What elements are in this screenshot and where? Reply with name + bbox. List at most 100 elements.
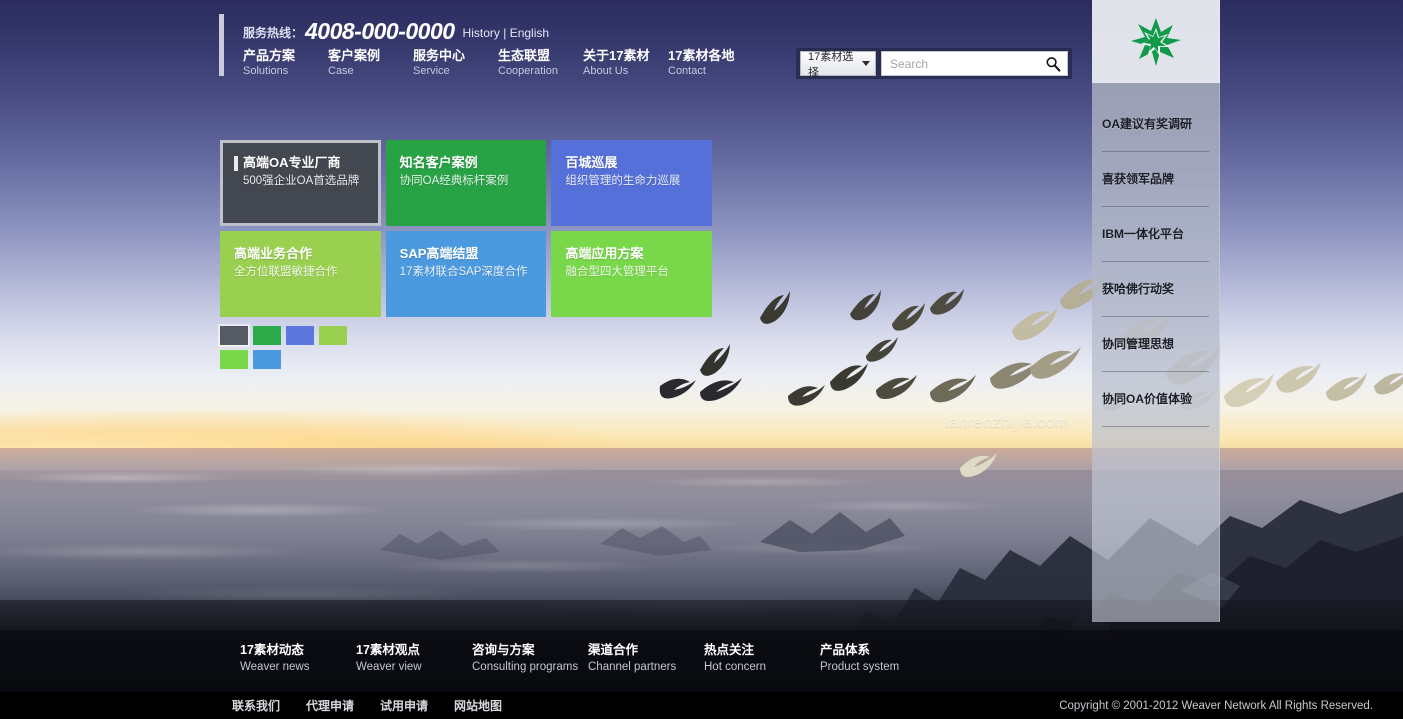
tile-customer-cases[interactable]: 知名客户案例 协同OA经典标杆案例 [385, 140, 547, 226]
link-agent-application[interactable]: 代理申请 [306, 697, 354, 714]
footer-nav-weaver-news[interactable]: 17素材动态 Weaver news [240, 642, 356, 675]
main-navigation: 产品方案 Solutions 客户案例 Case 服务中心 Service 生态… [243, 48, 753, 78]
swatch-3[interactable] [286, 326, 314, 345]
nav-item-service[interactable]: 服务中心 Service [413, 48, 498, 78]
sidebar-divider [1102, 316, 1209, 317]
sidebar-item-oa-survey[interactable]: OA建议有奖调研 [1092, 117, 1219, 152]
swatch-5[interactable] [220, 350, 248, 369]
footer-nav-weaver-view[interactable]: 17素材观点 Weaver view [356, 642, 472, 675]
sidebar-item-ibm-platform[interactable]: IBM一体化平台 [1092, 227, 1219, 262]
footer-nav-label-en: Hot concern [704, 661, 767, 673]
swatch-2[interactable] [253, 326, 281, 345]
footer-nav-product-system[interactable]: 产品体系 Product system [820, 642, 936, 675]
footer-nav-label-cn: 17素材观点 [356, 643, 420, 657]
weaver-starburst-logo-icon [1130, 17, 1181, 66]
footer-nav-label-en: Product system [820, 661, 900, 673]
tile-city-tour[interactable]: 百城巡展 组织管理的生命力巡展 [551, 140, 713, 226]
nav-label-en: Service [413, 65, 450, 77]
nav-label-en: About Us [583, 65, 629, 77]
footer-nav-label-en: Weaver news [240, 661, 310, 673]
sidebar-item-oa-value-experience[interactable]: 协同OA价值体验 [1092, 392, 1219, 427]
sidebar-logo[interactable] [1092, 0, 1220, 83]
footer-nav-hot-concern[interactable]: 热点关注 Hot concern [704, 642, 820, 675]
tile-row: 高端业务合作 全方位联盟敏捷合作 SAP高端结盟 17素材联合SAP深度合作 高… [220, 231, 713, 317]
tile-title: 高端应用方案 [565, 246, 644, 261]
link-sitemap[interactable]: 网站地图 [454, 697, 502, 714]
tile-subtitle: 500强企业OA首选品牌 [243, 175, 360, 187]
nav-label-cn: 客户案例 [328, 48, 381, 63]
copyright-bar: 联系我们 代理申请 试用申请 网站地图 Copyright © 2001-201… [0, 692, 1403, 719]
link-trial-application[interactable]: 试用申请 [380, 697, 428, 714]
footer-nav-label-en: Weaver view [356, 661, 422, 673]
tile-application-solutions[interactable]: 高端应用方案 融合型四大管理平台 [551, 231, 713, 317]
footer-nav-label-en: Consulting programs [472, 661, 579, 673]
tile-subtitle: 组织管理的生命力巡展 [565, 175, 681, 187]
copyright-links: 联系我们 代理申请 试用申请 网站地图 [232, 692, 502, 719]
sidebar-divider [1102, 371, 1209, 372]
right-sidebar: OA建议有奖调研 喜获领军品牌 IBM一体化平台 获哈佛行动奖 协同管理思想 协… [1092, 0, 1220, 622]
nav-label-en: Case [328, 65, 354, 77]
sidebar-item-leading-brand[interactable]: 喜获领军品牌 [1092, 172, 1219, 207]
nav-label-cn: 服务中心 [413, 48, 466, 63]
search-scope-value: 17素材选择 [808, 50, 854, 79]
nav-item-contact[interactable]: 17素材各地 Contact [668, 48, 753, 78]
history-link[interactable]: History [463, 26, 500, 40]
footer-nav-label-cn: 17素材动态 [240, 643, 304, 657]
nav-label-cn: 产品方案 [243, 48, 296, 63]
tile-subtitle: 协同OA经典标杆案例 [399, 175, 509, 187]
chevron-down-icon [862, 61, 870, 66]
search-field[interactable] [881, 51, 1068, 76]
sidebar-item-harvard-award[interactable]: 获哈佛行动奖 [1092, 282, 1219, 317]
feature-tile-grid: 高端OA专业厂商 500强企业OA首选品牌 知名客户案例 协同OA经典标杆案例 … [220, 140, 713, 317]
sidebar-divider [1102, 151, 1209, 152]
swatch-4[interactable] [319, 326, 347, 345]
nav-label-en: Contact [668, 65, 706, 77]
nav-item-cooperation[interactable]: 生态联盟 Cooperation [498, 48, 583, 78]
search-scope-select[interactable]: 17素材选择 [800, 51, 876, 79]
footer-navigation: 17素材动态 Weaver news 17素材观点 Weaver view 咨询… [0, 630, 1403, 692]
sidebar-item-label: 获哈佛行动奖 [1102, 282, 1175, 296]
hotline-block: 服务热线：4008-000-0000 History | English [243, 18, 549, 45]
tile-title: 百城巡展 [565, 155, 618, 170]
sidebar-item-management-thinking[interactable]: 协同管理思想 [1092, 337, 1219, 372]
tile-title: 知名客户案例 [399, 155, 478, 170]
page-root: lanrenzhijia.com 服务热线：4008-000-0000 Histo… [0, 0, 1403, 719]
search-icon[interactable] [1045, 56, 1061, 72]
english-link[interactable]: English [510, 26, 549, 40]
tile-title: SAP高端结盟 [399, 246, 479, 261]
footer-nav-label-cn: 咨询与方案 [472, 643, 535, 657]
tile-pagination-swatches [220, 326, 390, 369]
tile-row: 高端OA专业厂商 500强企业OA首选品牌 知名客户案例 协同OA经典标杆案例 … [220, 140, 713, 226]
swatch-6[interactable] [253, 350, 281, 369]
sidebar-divider [1102, 426, 1209, 427]
tile-accent-bar [234, 156, 238, 171]
sidebar-menu: OA建议有奖调研 喜获领军品牌 IBM一体化平台 获哈佛行动奖 协同管理思想 协… [1092, 83, 1220, 622]
search-input[interactable] [890, 56, 1045, 71]
sidebar-item-label: 协同OA价值体验 [1102, 392, 1193, 406]
nav-item-case[interactable]: 客户案例 Case [328, 48, 413, 78]
copyright-text: Copyright © 2001-2012 Weaver Network All… [1059, 699, 1373, 712]
nav-label-cn: 关于17素材 [583, 48, 650, 63]
swatch-1[interactable] [220, 326, 248, 345]
site-watermark: lanrenzhijia.com [945, 414, 1069, 431]
footer-nav-consulting-programs[interactable]: 咨询与方案 Consulting programs [472, 642, 588, 675]
sidebar-item-label: IBM一体化平台 [1102, 227, 1184, 241]
header-accent-bar [219, 14, 224, 76]
tile-oa-manufacturer[interactable]: 高端OA专业厂商 500强企业OA首选品牌 [220, 140, 381, 226]
nav-label-en: Cooperation [498, 65, 558, 77]
tile-subtitle: 全方位联盟敏捷合作 [234, 266, 338, 278]
footer-nav-label-cn: 热点关注 [704, 643, 755, 657]
footer-nav-label-cn: 产品体系 [820, 643, 871, 657]
nav-item-about-us[interactable]: 关于17素材 About Us [583, 48, 668, 78]
sidebar-item-label: 喜获领军品牌 [1102, 172, 1175, 186]
search-bar: 17素材选择 [796, 48, 1072, 79]
nav-item-solutions[interactable]: 产品方案 Solutions [243, 48, 328, 78]
footer-nav-channel-partners[interactable]: 渠道合作 Channel partners [588, 642, 704, 675]
tile-business-cooperation[interactable]: 高端业务合作 全方位联盟敏捷合作 [220, 231, 381, 317]
tile-sap-alliance[interactable]: SAP高端结盟 17素材联合SAP深度合作 [385, 231, 547, 317]
sidebar-item-label: 协同管理思想 [1102, 337, 1175, 351]
sidebar-divider [1102, 206, 1209, 207]
swatch-row [220, 350, 390, 369]
link-contact-us[interactable]: 联系我们 [232, 697, 280, 714]
tile-title: 高端业务合作 [234, 246, 313, 261]
